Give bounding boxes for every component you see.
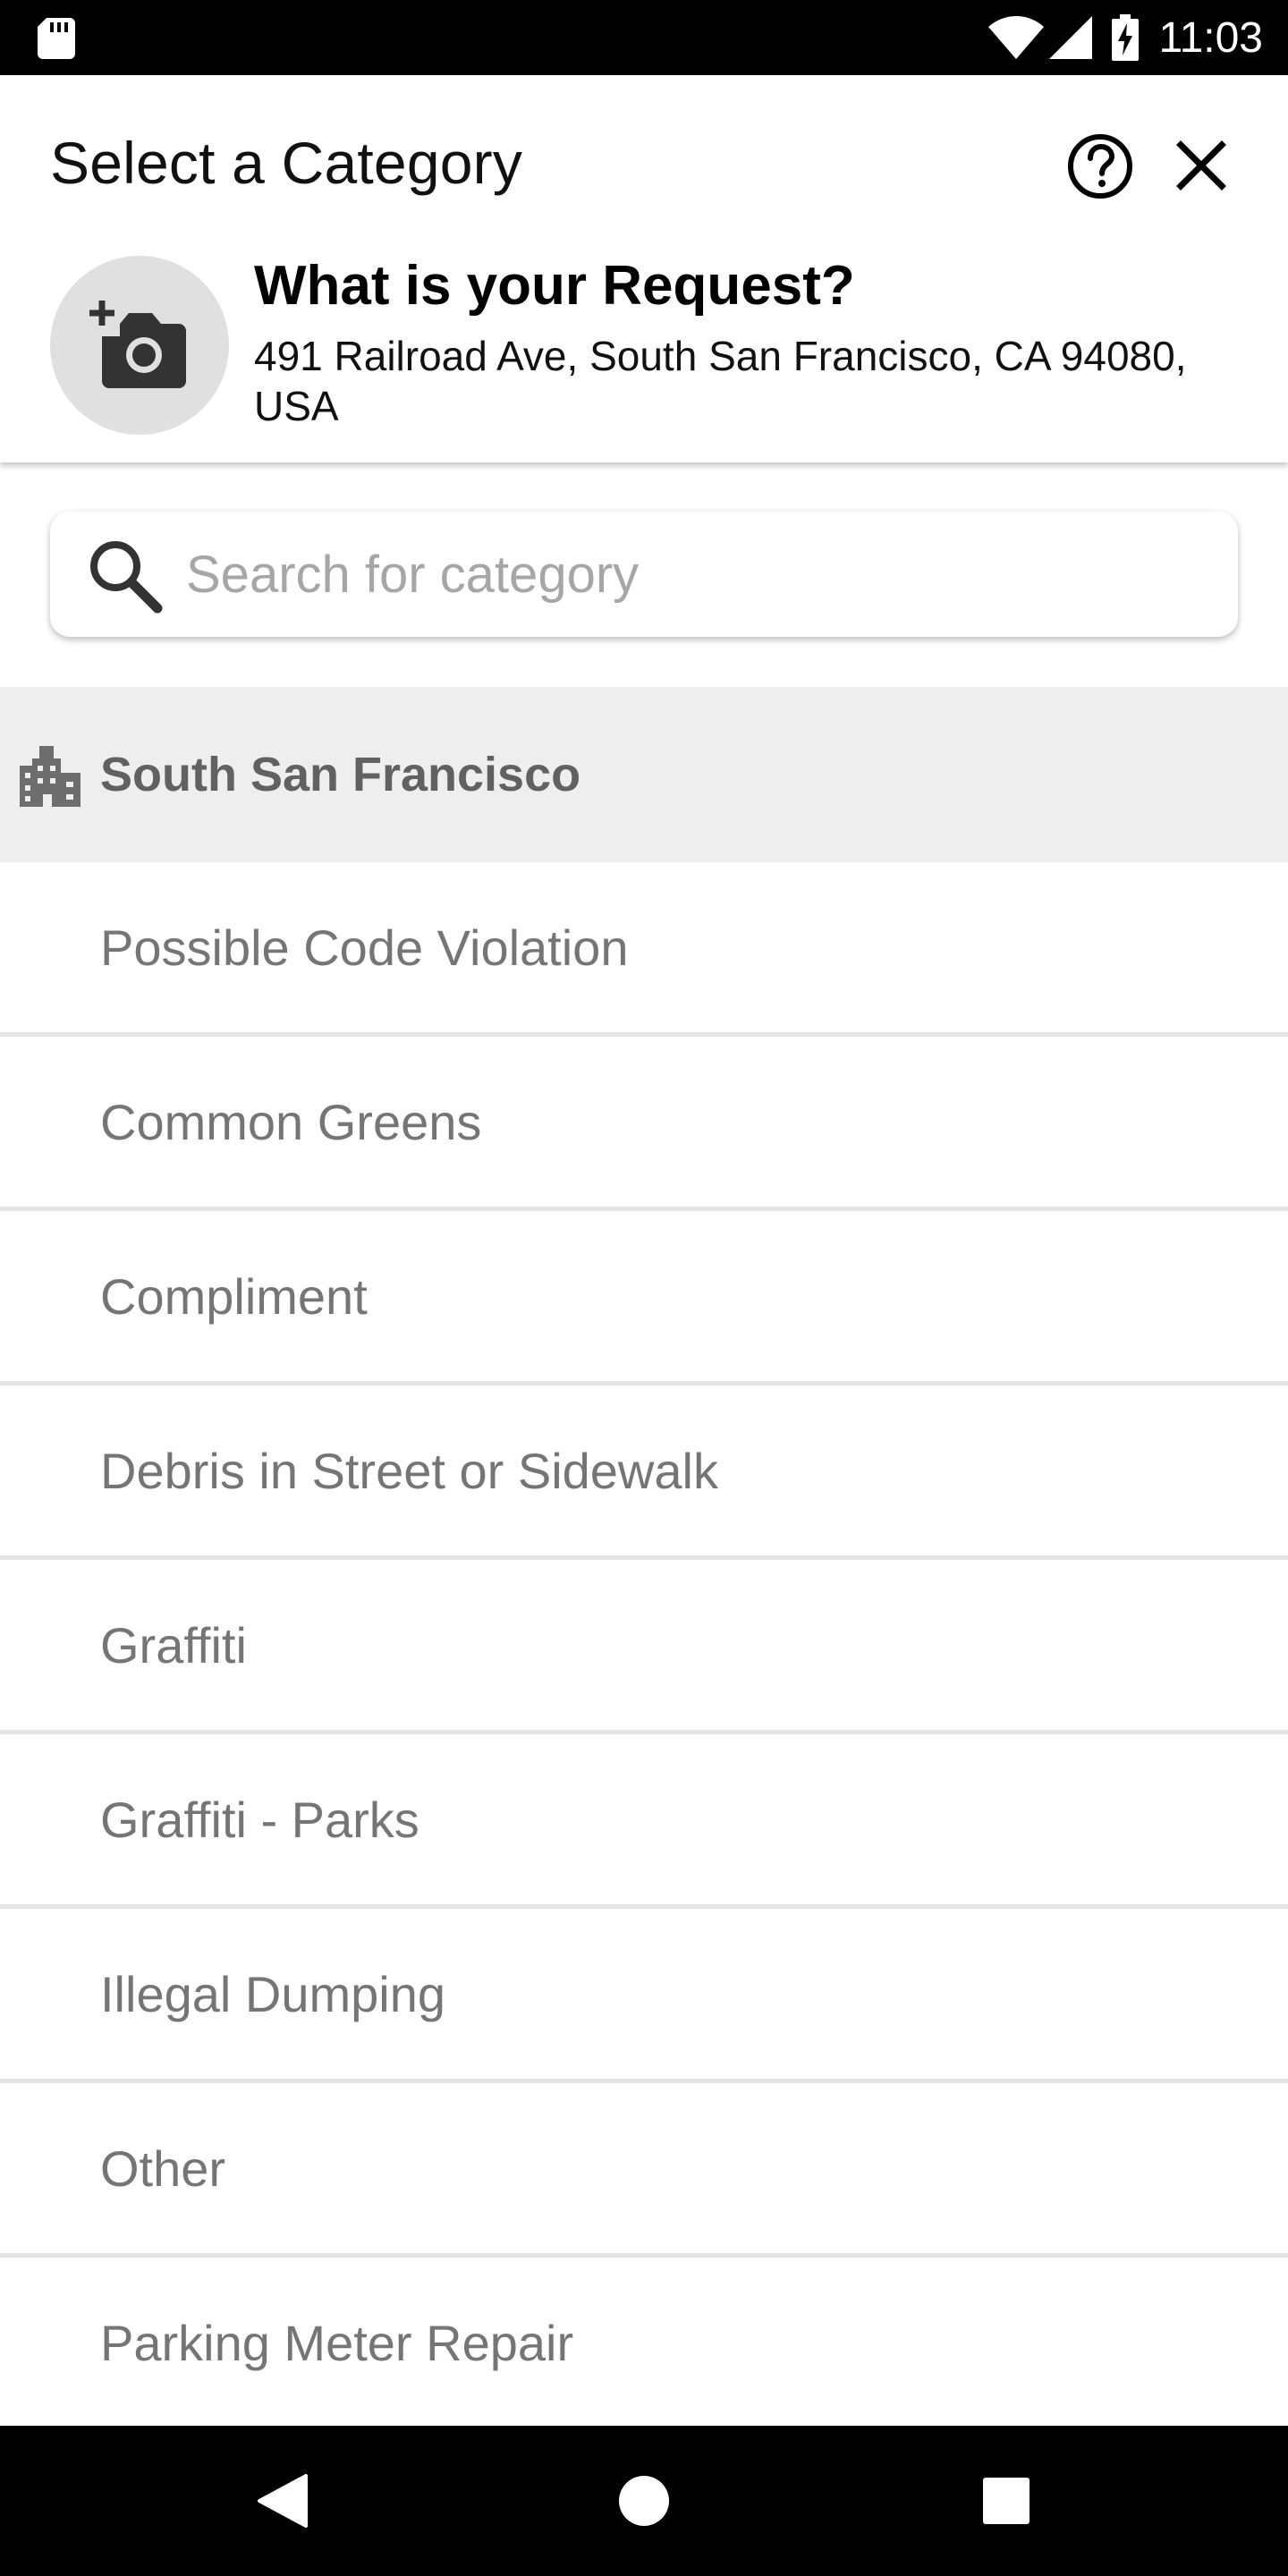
- category-label: Illegal Dumping: [100, 1965, 445, 2022]
- sd-card-icon: [38, 18, 75, 59]
- request-address: 491 Railroad Ave, South San Francisco, C…: [254, 333, 1187, 429]
- list-item[interactable]: Parking Meter Repair: [0, 2258, 1288, 2432]
- category-label: Other: [100, 2140, 226, 2197]
- home-icon[interactable]: [617, 2474, 671, 2528]
- recents-icon[interactable]: [981, 2476, 1031, 2526]
- list-item[interactable]: Common Greens: [0, 1037, 1288, 1211]
- navigation-bar: [0, 2426, 1288, 2576]
- list-item[interactable]: Graffiti - Parks: [0, 1734, 1288, 1909]
- category-label: Graffiti: [100, 1616, 247, 1674]
- list-item[interactable]: Graffiti: [0, 1560, 1288, 1734]
- section-label: South San Francisco: [100, 748, 581, 801]
- search-input[interactable]: [186, 512, 1206, 637]
- category-label: Parking Meter Repair: [100, 2314, 574, 2371]
- list-item[interactable]: Debris in Street or Sidewalk: [0, 1385, 1288, 1560]
- building-icon: [20, 746, 80, 807]
- status-bar: 11:03: [0, 0, 1288, 75]
- add-photo-button[interactable]: [50, 256, 229, 435]
- list-item[interactable]: Compliment: [0, 1211, 1288, 1385]
- wifi-icon: [988, 16, 1045, 59]
- category-list: Possible Code Violation Common Greens Co…: [0, 862, 1288, 2432]
- category-label: Graffiti - Parks: [100, 1791, 419, 1848]
- status-time: 11:03: [1158, 13, 1263, 62]
- signal-icon: [1049, 16, 1093, 59]
- add-photo-icon: [89, 301, 186, 388]
- category-label: Compliment: [100, 1267, 368, 1325]
- list-item[interactable]: Possible Code Violation: [0, 862, 1288, 1037]
- back-icon[interactable]: [256, 2472, 309, 2529]
- section-header: South San Francisco: [0, 687, 1288, 862]
- battery-charging-icon: [1112, 14, 1140, 61]
- search-box[interactable]: [50, 512, 1238, 637]
- request-title: What is your Request?: [254, 255, 855, 317]
- category-label: Possible Code Violation: [100, 919, 629, 976]
- close-icon[interactable]: [1170, 134, 1233, 197]
- status-icons: 11:03: [988, 0, 1263, 75]
- search-icon: [90, 541, 163, 614]
- help-circle-icon[interactable]: [1064, 131, 1136, 202]
- list-item[interactable]: Illegal Dumping: [0, 1909, 1288, 2083]
- list-item[interactable]: Other: [0, 2083, 1288, 2258]
- page-title: Select a Category: [50, 130, 523, 196]
- header: Select a Category What is your Request? …: [0, 75, 1288, 462]
- category-label: Common Greens: [100, 1093, 482, 1150]
- category-label: Debris in Street or Sidewalk: [100, 1442, 718, 1499]
